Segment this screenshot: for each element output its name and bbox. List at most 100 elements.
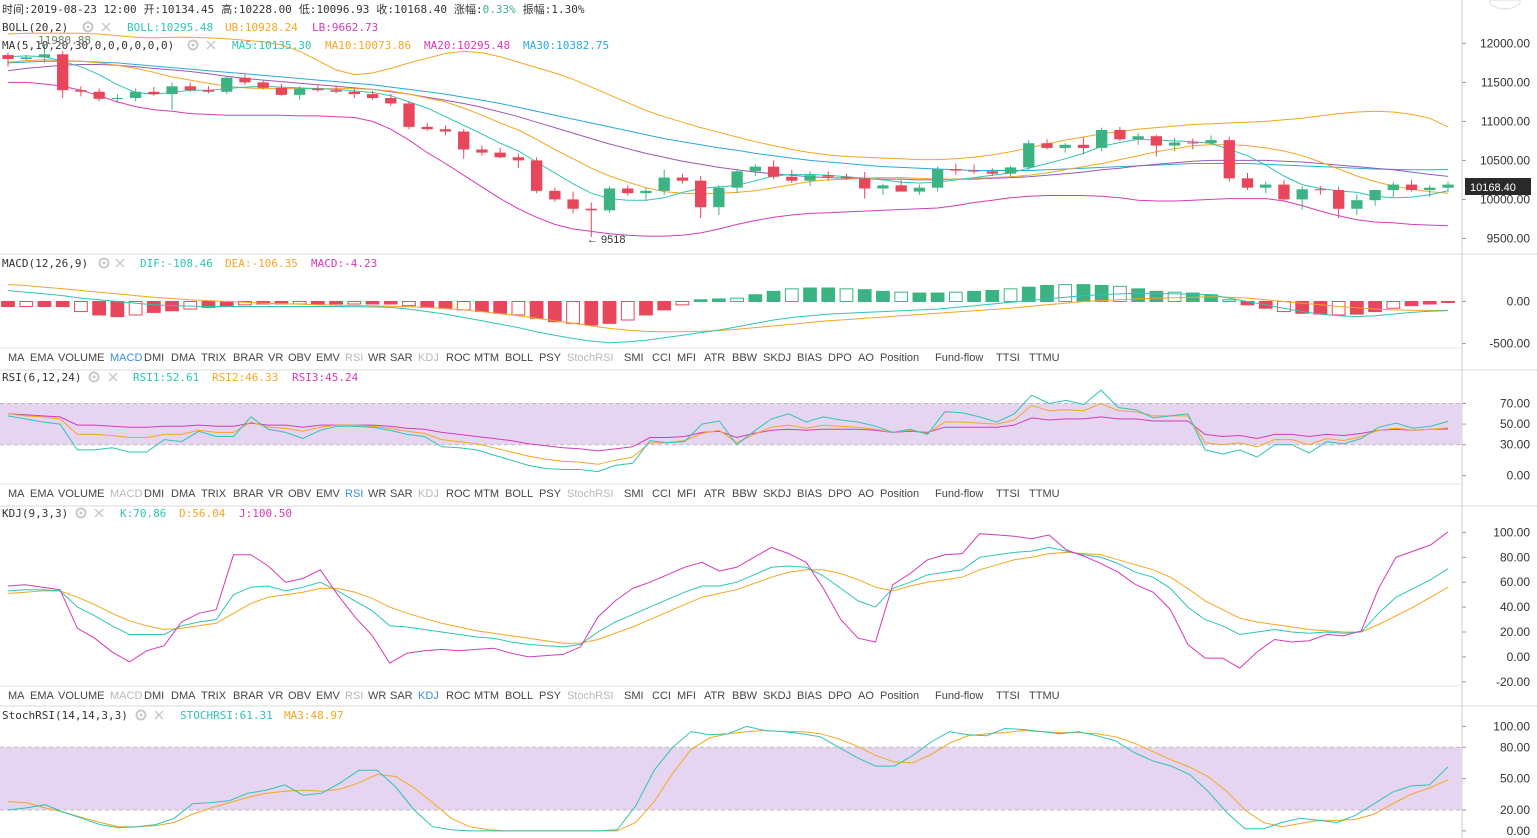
tab-stochrsi[interactable]: StochRSI bbox=[567, 352, 613, 364]
tab-bbw[interactable]: BBW bbox=[732, 352, 758, 364]
tab-bias[interactable]: BIAS bbox=[797, 690, 822, 702]
tab-macd[interactable]: MACD bbox=[110, 690, 142, 702]
scroll-up-button[interactable] bbox=[1489, 0, 1521, 10]
tab-mtm[interactable]: MTM bbox=[474, 488, 499, 500]
tab-bias[interactable]: BIAS bbox=[797, 352, 822, 364]
tab-ttmu[interactable]: TTMU bbox=[1029, 690, 1060, 702]
tab-fund-flow[interactable]: Fund-flow bbox=[935, 488, 983, 500]
close-icon[interactable] bbox=[154, 710, 164, 720]
tab-atr[interactable]: ATR bbox=[704, 488, 725, 500]
close-icon[interactable] bbox=[206, 40, 216, 50]
tab-volume[interactable]: VOLUME bbox=[58, 488, 104, 500]
tab-ma[interactable]: MA bbox=[8, 488, 25, 500]
tab-brar[interactable]: BRAR bbox=[233, 690, 264, 702]
close-icon[interactable] bbox=[101, 22, 111, 32]
tab-obv[interactable]: OBV bbox=[288, 352, 312, 364]
tab-brar[interactable]: BRAR bbox=[233, 488, 264, 500]
tab-position[interactable]: Position bbox=[880, 488, 919, 500]
gear-icon[interactable] bbox=[98, 257, 110, 269]
tab-kdj[interactable]: KDJ bbox=[418, 488, 439, 500]
tab-dmi[interactable]: DMI bbox=[144, 690, 164, 702]
tab-ao[interactable]: AO bbox=[858, 690, 874, 702]
tab-mfi[interactable]: MFI bbox=[677, 488, 696, 500]
tab-bias[interactable]: BIAS bbox=[797, 488, 822, 500]
tab-kdj[interactable]: KDJ bbox=[418, 352, 439, 364]
tab-mtm[interactable]: MTM bbox=[474, 690, 499, 702]
tab-sar[interactable]: SAR bbox=[390, 352, 413, 364]
tab-cci[interactable]: CCI bbox=[652, 352, 671, 364]
tab-stochrsi[interactable]: StochRSI bbox=[567, 488, 613, 500]
tab-cci[interactable]: CCI bbox=[652, 690, 671, 702]
tab-mfi[interactable]: MFI bbox=[677, 690, 696, 702]
gear-icon[interactable] bbox=[75, 507, 87, 519]
tab-fund-flow[interactable]: Fund-flow bbox=[935, 352, 983, 364]
gear-icon[interactable] bbox=[135, 709, 147, 721]
gear-icon[interactable] bbox=[82, 21, 94, 33]
tab-bbw[interactable]: BBW bbox=[732, 690, 758, 702]
tab-ma[interactable]: MA bbox=[8, 690, 25, 702]
gear-icon[interactable] bbox=[88, 371, 100, 383]
tab-ttsi[interactable]: TTSI bbox=[996, 488, 1020, 500]
tab-dmi[interactable]: DMI bbox=[144, 488, 164, 500]
tab-dpo[interactable]: DPO bbox=[828, 352, 852, 364]
tab-ao[interactable]: AO bbox=[858, 352, 874, 364]
tab-ttsi[interactable]: TTSI bbox=[996, 352, 1020, 364]
gear-icon[interactable] bbox=[187, 39, 199, 51]
tab-macd[interactable]: MACD bbox=[110, 488, 142, 500]
tab-psy[interactable]: PSY bbox=[539, 352, 562, 364]
tab-dma[interactable]: DMA bbox=[171, 690, 196, 702]
tab-dmi[interactable]: DMI bbox=[144, 352, 164, 364]
tab-ao[interactable]: AO bbox=[858, 488, 874, 500]
tab-ema[interactable]: EMA bbox=[30, 352, 55, 364]
tab-skdj[interactable]: SKDJ bbox=[763, 488, 791, 500]
tab-boll[interactable]: BOLL bbox=[505, 488, 533, 500]
tab-boll[interactable]: BOLL bbox=[505, 352, 533, 364]
tab-rsi[interactable]: RSI bbox=[345, 690, 363, 702]
tab-smi[interactable]: SMI bbox=[624, 488, 644, 500]
tab-atr[interactable]: ATR bbox=[704, 690, 725, 702]
tab-skdj[interactable]: SKDJ bbox=[763, 352, 791, 364]
tab-wr[interactable]: WR bbox=[368, 352, 386, 364]
tab-kdj[interactable]: KDJ bbox=[418, 690, 439, 702]
tab-roc[interactable]: ROC bbox=[446, 488, 471, 500]
tab-smi[interactable]: SMI bbox=[624, 352, 644, 364]
tab-vr[interactable]: VR bbox=[268, 690, 283, 702]
tab-mfi[interactable]: MFI bbox=[677, 352, 696, 364]
tab-stochrsi[interactable]: StochRSI bbox=[567, 690, 613, 702]
tab-volume[interactable]: VOLUME bbox=[58, 690, 104, 702]
tab-ttmu[interactable]: TTMU bbox=[1029, 488, 1060, 500]
tab-vr[interactable]: VR bbox=[268, 488, 283, 500]
tab-emv[interactable]: EMV bbox=[316, 690, 341, 702]
tab-obv[interactable]: OBV bbox=[288, 690, 312, 702]
tab-ema[interactable]: EMA bbox=[30, 488, 55, 500]
tab-ema[interactable]: EMA bbox=[30, 690, 55, 702]
tab-position[interactable]: Position bbox=[880, 690, 919, 702]
tab-dpo[interactable]: DPO bbox=[828, 488, 852, 500]
tab-volume[interactable]: VOLUME bbox=[58, 352, 104, 364]
close-icon[interactable] bbox=[108, 372, 118, 382]
tab-psy[interactable]: PSY bbox=[539, 690, 562, 702]
tab-boll[interactable]: BOLL bbox=[505, 690, 533, 702]
tab-roc[interactable]: ROC bbox=[446, 690, 471, 702]
tab-dpo[interactable]: DPO bbox=[828, 690, 852, 702]
tab-emv[interactable]: EMV bbox=[316, 488, 341, 500]
tab-wr[interactable]: WR bbox=[368, 488, 386, 500]
close-icon[interactable] bbox=[94, 508, 104, 518]
tab-dma[interactable]: DMA bbox=[171, 488, 196, 500]
tab-trix[interactable]: TRIX bbox=[201, 488, 227, 500]
tab-sar[interactable]: SAR bbox=[390, 488, 413, 500]
tab-wr[interactable]: WR bbox=[368, 690, 386, 702]
tab-obv[interactable]: OBV bbox=[288, 488, 312, 500]
tab-ttsi[interactable]: TTSI bbox=[996, 690, 1020, 702]
tab-rsi[interactable]: RSI bbox=[345, 488, 363, 500]
tab-bbw[interactable]: BBW bbox=[732, 488, 758, 500]
tab-atr[interactable]: ATR bbox=[704, 352, 725, 364]
tab-fund-flow[interactable]: Fund-flow bbox=[935, 690, 983, 702]
tab-brar[interactable]: BRAR bbox=[233, 352, 264, 364]
tab-rsi[interactable]: RSI bbox=[345, 352, 363, 364]
tab-macd[interactable]: MACD bbox=[110, 352, 142, 364]
tab-ttmu[interactable]: TTMU bbox=[1029, 352, 1060, 364]
tab-ma[interactable]: MA bbox=[8, 352, 25, 364]
tab-roc[interactable]: ROC bbox=[446, 352, 471, 364]
close-icon[interactable] bbox=[115, 258, 125, 268]
